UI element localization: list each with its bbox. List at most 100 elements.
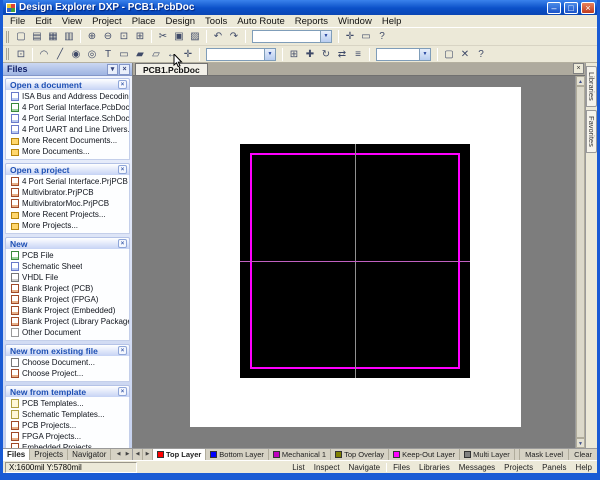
menu-project[interactable]: Project xyxy=(87,16,127,27)
list-item[interactable]: PCB Templates... xyxy=(6,398,129,409)
list-item[interactable]: More Documents... xyxy=(6,146,129,157)
status-button-projects[interactable]: Projects xyxy=(501,463,536,472)
status-button-libraries[interactable]: Libraries xyxy=(416,463,453,472)
menu-tools[interactable]: Tools xyxy=(200,16,232,27)
list-item[interactable]: Blank Project (PCB) xyxy=(6,283,129,294)
help-icon[interactable]: ? xyxy=(473,47,489,62)
scroll-up-icon[interactable]: ▲ xyxy=(576,76,585,86)
status-button-inspect[interactable]: Inspect xyxy=(311,463,343,472)
list-item[interactable]: Schematic Templates... xyxy=(6,409,129,420)
list-item[interactable]: 4 Port Serial Interface.PrjPCB xyxy=(6,176,129,187)
browse-components-icon[interactable]: ▭ xyxy=(358,29,374,44)
scrollbar-thumb[interactable] xyxy=(576,86,585,438)
menu-edit[interactable]: Edit xyxy=(30,16,56,27)
status-button-help[interactable]: Help xyxy=(573,463,595,472)
layer-pair-combo[interactable]: ▼ xyxy=(376,48,431,61)
open-document-icon[interactable]: ▤ xyxy=(29,29,45,44)
section-header[interactable]: New from existing file × xyxy=(5,344,130,356)
panel-close-icon[interactable]: × xyxy=(119,64,130,75)
layer-tab-bottom-layer[interactable]: Bottom Layer xyxy=(206,449,269,460)
list-item[interactable]: MultivibratorMoc.PrjPCB xyxy=(6,198,129,209)
list-item[interactable]: ISA Bus and Address Decoding.SchDoc xyxy=(6,91,129,102)
section-close-icon[interactable]: × xyxy=(118,165,127,174)
section-close-icon[interactable]: × xyxy=(118,387,127,396)
print-icon[interactable]: ▥ xyxy=(61,29,77,44)
clear-button[interactable]: Clear xyxy=(568,449,597,460)
list-item[interactable]: 4 Port Serial Interface.SchDoc xyxy=(6,113,129,124)
deselect-all-icon[interactable]: ▢ xyxy=(441,47,457,62)
panel-menu-icon[interactable]: ▾ xyxy=(107,64,118,75)
paste-array-icon[interactable]: ⊞ xyxy=(286,47,302,62)
layer-tab-top-layer[interactable]: Top Layer xyxy=(153,449,206,460)
document-tab[interactable]: PCB1.PcbDoc xyxy=(135,63,208,75)
undo-icon[interactable]: ↶ xyxy=(210,29,226,44)
align-icon[interactable]: ≡ xyxy=(350,47,366,62)
panel-tab-projects[interactable]: Projects xyxy=(30,449,68,460)
layer-tab-keep-out-layer[interactable]: Keep-Out Layer xyxy=(389,449,460,460)
mirror-icon[interactable]: ⇄ xyxy=(334,47,350,62)
close-button[interactable]: × xyxy=(581,2,595,14)
toolbar-grip[interactable] xyxy=(6,48,9,60)
list-item[interactable]: Blank Project (Embedded) xyxy=(6,305,129,316)
list-item[interactable]: Choose Project... xyxy=(6,368,129,379)
list-item[interactable]: VHDL File xyxy=(6,272,129,283)
list-item[interactable]: Choose Document... xyxy=(6,357,129,368)
new-document-icon[interactable]: ▢ xyxy=(13,29,29,44)
place-room-icon[interactable]: ▱ xyxy=(148,47,164,62)
minimize-button[interactable]: – xyxy=(547,2,561,14)
tab-scroll-right-icon[interactable]: ▶ xyxy=(123,449,132,460)
cross-probe-icon[interactable]: ✛ xyxy=(342,29,358,44)
menu-window[interactable]: Window xyxy=(333,16,377,27)
layer-scroll-left-icon[interactable]: ◀ xyxy=(133,449,143,460)
place-polygon-icon[interactable]: ▰ xyxy=(132,47,148,62)
configuration-combo[interactable]: ▼ xyxy=(252,30,332,43)
list-item[interactable]: FPGA Projects... xyxy=(6,431,129,442)
panel-tab-files[interactable]: Files xyxy=(3,449,30,460)
copy-icon[interactable]: ▣ xyxy=(171,29,187,44)
place-string-icon[interactable]: T xyxy=(100,47,116,62)
section-header[interactable]: New × xyxy=(5,237,130,249)
zoom-window-icon[interactable]: ⊡ xyxy=(116,29,132,44)
save-icon[interactable]: ▦ xyxy=(45,29,61,44)
menu-view[interactable]: View xyxy=(57,16,87,27)
tab-close-icon[interactable]: × xyxy=(573,63,584,74)
layer-tab-mechanical-1[interactable]: Mechanical 1 xyxy=(269,449,331,460)
list-item[interactable]: PCB File xyxy=(6,250,129,261)
scroll-down-icon[interactable]: ▼ xyxy=(576,438,585,448)
menu-place[interactable]: Place xyxy=(127,16,161,27)
section-header[interactable]: Open a document × xyxy=(5,78,130,90)
list-item[interactable]: Blank Project (Library Package) xyxy=(6,316,129,327)
menu-help[interactable]: Help xyxy=(377,16,407,27)
list-item[interactable]: Blank Project (FPGA) xyxy=(6,294,129,305)
toolbar-grip[interactable] xyxy=(6,31,9,43)
pcb-canvas[interactable] xyxy=(133,76,575,448)
list-item[interactable]: Schematic Sheet xyxy=(6,261,129,272)
maximize-button[interactable]: □ xyxy=(564,2,578,14)
chevron-down-icon[interactable]: ▼ xyxy=(264,49,275,60)
place-track-icon[interactable]: ╱ xyxy=(52,47,68,62)
clear-filter-icon[interactable]: ✕ xyxy=(457,47,473,62)
menu-design[interactable]: Design xyxy=(160,16,200,27)
layer-scroll-right-icon[interactable]: ▶ xyxy=(143,449,153,460)
zoom-out-icon[interactable]: ⊖ xyxy=(100,29,116,44)
status-button-navigate[interactable]: Navigate xyxy=(346,463,384,472)
chevron-down-icon[interactable]: ▼ xyxy=(419,49,430,60)
redo-icon[interactable]: ↷ xyxy=(226,29,242,44)
chevron-down-icon[interactable]: ▼ xyxy=(320,31,331,42)
layer-tab-top-overlay[interactable]: Top Overlay xyxy=(331,449,389,460)
right-panel-tab-favorites[interactable]: Favorites xyxy=(586,110,597,153)
list-item[interactable]: More Recent Projects... xyxy=(6,209,129,220)
list-item[interactable]: PCB Projects... xyxy=(6,420,129,431)
menu-file[interactable]: File xyxy=(5,16,30,27)
zoom-in-icon[interactable]: ⊕ xyxy=(84,29,100,44)
snap-grid-combo[interactable]: ▼ xyxy=(206,48,276,61)
tab-scroll-left-icon[interactable]: ◀ xyxy=(114,449,123,460)
right-panel-tab-libraries[interactable]: Libraries xyxy=(586,66,597,107)
rotate-icon[interactable]: ↻ xyxy=(318,47,334,62)
panel-tab-navigator[interactable]: Navigator xyxy=(68,449,111,460)
layer-tab-multi-layer[interactable]: Multi Layer xyxy=(460,449,515,460)
cut-icon[interactable]: ✂ xyxy=(155,29,171,44)
paste-icon[interactable]: ▨ xyxy=(187,29,203,44)
list-item[interactable]: Other Document xyxy=(6,327,129,338)
zoom-all-icon[interactable]: ⊞ xyxy=(132,29,148,44)
